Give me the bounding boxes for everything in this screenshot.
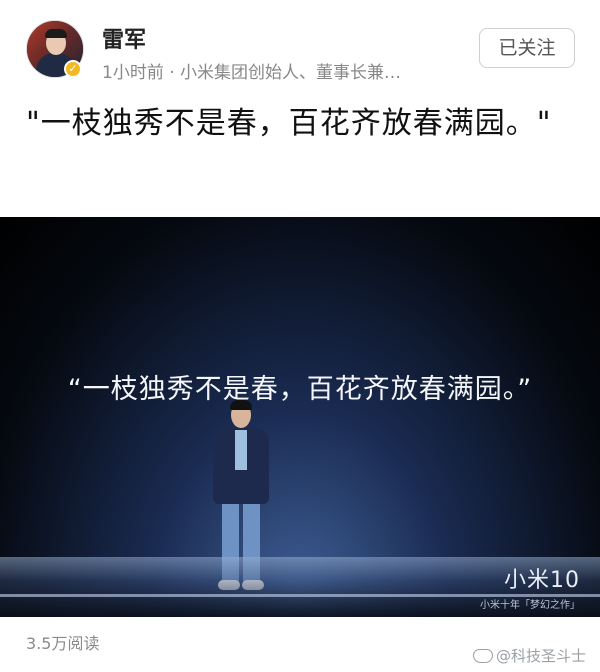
- brand-logo: 小米10 小米十年「梦幻之作」: [480, 562, 580, 611]
- follow-button[interactable]: 已关注: [479, 28, 575, 68]
- speaker-shirt: [235, 430, 247, 470]
- post-meta: 1小时前 · 小米集团创始人、董事长兼…: [102, 63, 402, 83]
- post-text: "一枝独秀不是春，百花齐放春满园。": [26, 106, 552, 141]
- brand-sub-text: 小米十年「梦幻之作」: [480, 600, 580, 611]
- weibo-icon: [472, 649, 493, 663]
- watermark-text: @科技圣斗士: [495, 647, 586, 665]
- image-quote: “一枝独秀不是春，百花齐放春满园。”: [67, 374, 533, 405]
- read-count: 3.5万阅读: [26, 634, 100, 653]
- author-name[interactable]: 雷军: [102, 22, 146, 54]
- post-image[interactable]: “一枝独秀不是春，百花齐放春满园。” 小米10 小米十年「梦幻之作」: [0, 217, 600, 617]
- watermark: @科技圣斗士: [472, 645, 586, 666]
- brand-main-text: 小米10: [504, 568, 580, 593]
- post-header: ✓ 雷军 1小时前 · 小米集团创始人、董事长兼… 已关注: [0, 0, 600, 90]
- avatar-hair: [45, 29, 67, 38]
- verified-badge-icon: ✓: [64, 60, 82, 78]
- speaker-hair: [230, 400, 252, 410]
